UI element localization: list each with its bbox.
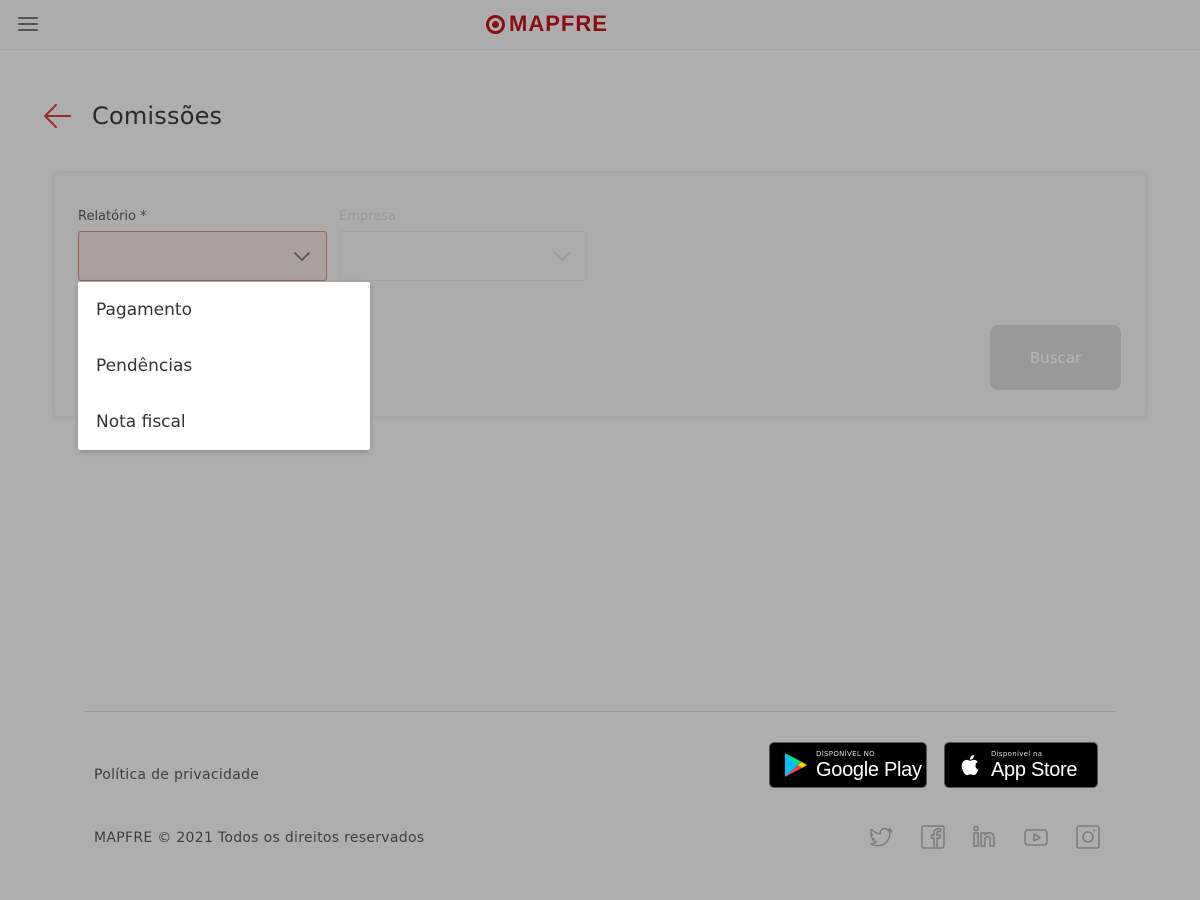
chevron-down-icon bbox=[294, 252, 310, 261]
relatorio-dropdown-menu: Pagamento Pendências Nota fiscal bbox=[78, 282, 370, 450]
youtube-icon[interactable] bbox=[1023, 824, 1049, 850]
google-play-icon bbox=[785, 753, 807, 777]
dropdown-option-pendencias[interactable]: Pendências bbox=[78, 338, 370, 394]
google-play-big-text: Google Play bbox=[816, 758, 922, 781]
mapfre-logo[interactable]: MAPFRE bbox=[486, 11, 608, 36]
app-store-badge[interactable]: Disponível na App Store bbox=[944, 742, 1098, 788]
copyright-text: MAPFRE © 2021 Todos os direitos reservad… bbox=[94, 830, 425, 846]
page-title: Comissões bbox=[92, 102, 223, 130]
dropdown-option-pagamento[interactable]: Pagamento bbox=[78, 282, 370, 338]
twitter-icon[interactable] bbox=[868, 824, 894, 850]
apple-icon bbox=[961, 755, 979, 776]
brand-name: MAPFRE bbox=[509, 11, 608, 36]
privacy-policy-link[interactable]: Política de privacidade bbox=[94, 767, 259, 783]
mapfre-logo-mark bbox=[486, 14, 505, 34]
google-play-small-text: DISPONÍVEL NO bbox=[816, 749, 875, 758]
facebook-icon[interactable] bbox=[920, 824, 946, 850]
linkedin-icon[interactable] bbox=[971, 824, 997, 850]
instagram-icon[interactable] bbox=[1075, 824, 1101, 850]
app-store-big-text: App Store bbox=[991, 758, 1078, 781]
top-bar: MAPFRE bbox=[0, 0, 1200, 50]
hamburger-menu-icon[interactable] bbox=[14, 12, 42, 36]
relatorio-select[interactable] bbox=[78, 231, 327, 281]
relatorio-label: Relatório * bbox=[78, 209, 147, 224]
google-play-badge[interactable]: DISPONÍVEL NO Google Play bbox=[769, 742, 927, 788]
search-button[interactable]: Buscar bbox=[990, 325, 1121, 390]
chevron-down-icon bbox=[554, 252, 570, 261]
dropdown-option-nota-fiscal[interactable]: Nota fiscal bbox=[78, 394, 370, 450]
empresa-label: Empresa bbox=[339, 209, 396, 224]
app-store-small-text: Disponível na bbox=[991, 749, 1043, 758]
page-title-row: Comissões bbox=[42, 96, 222, 136]
footer-divider bbox=[84, 711, 1116, 712]
empresa-select[interactable] bbox=[339, 231, 587, 281]
back-arrow-icon[interactable] bbox=[42, 100, 74, 132]
